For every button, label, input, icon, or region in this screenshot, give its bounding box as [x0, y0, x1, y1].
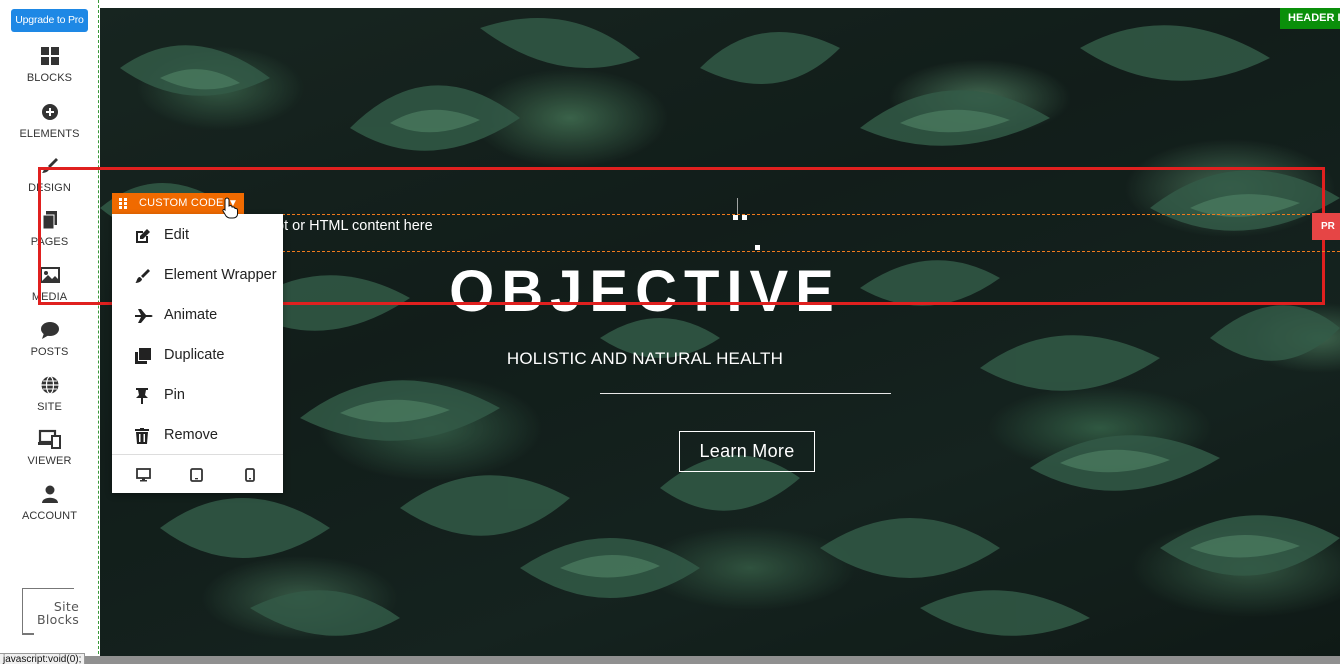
menu-item-duplicate[interactable]: Duplicate	[112, 336, 283, 376]
user-icon	[41, 485, 58, 503]
sidebar-item-site[interactable]: SITE	[0, 375, 99, 413]
sidebar-item-elements[interactable]: ELEMENTS	[0, 102, 99, 140]
pro-tab[interactable]: PR	[1312, 213, 1340, 240]
page-canvas[interactable]: HEADER I	[100, 8, 1340, 656]
dark-overlay	[100, 8, 1340, 656]
siteblocks-logo: Site Blocks	[22, 588, 79, 635]
menu-item-edit[interactable]: Edit	[112, 216, 283, 256]
sidebar-item-account[interactable]: ACCOUNT	[0, 484, 99, 522]
sidebar-item-label: ELEMENTS	[19, 128, 80, 140]
devices-icon	[37, 429, 61, 449]
menu-item-pin[interactable]: Pin	[112, 376, 283, 416]
center-guide-line	[737, 198, 738, 214]
header-section-badge[interactable]: HEADER I	[1280, 8, 1340, 29]
upgrade-to-pro-button[interactable]: Upgrade to Pro	[11, 9, 88, 32]
sidebar: Upgrade to Pro BLOCKS ELEMENTS DESIGN PA…	[0, 0, 99, 664]
logo-text: Site Blocks	[37, 599, 80, 627]
custom-code-placeholder: ript or HTML content here	[268, 218, 433, 234]
sidebar-item-label: BLOCKS	[26, 72, 73, 84]
trash-icon	[135, 428, 149, 444]
desktop-icon[interactable]	[136, 468, 151, 482]
status-bar	[0, 656, 1340, 664]
brush-icon	[135, 269, 150, 283]
learn-more-button[interactable]: Learn More	[679, 431, 815, 472]
status-url-text: javascript:void(0);	[0, 653, 86, 665]
plus-circle-icon	[41, 104, 58, 120]
hero-divider	[600, 393, 891, 394]
resize-handle[interactable]	[755, 245, 760, 250]
globe-icon	[41, 375, 58, 395]
tablet-icon[interactable]	[190, 468, 203, 482]
blocks-grid-icon	[40, 47, 59, 65]
sidebar-item-label: VIEWER	[27, 455, 72, 467]
sidebar-item-blocks[interactable]: BLOCKS	[0, 46, 99, 84]
pin-icon	[136, 388, 148, 404]
sidebar-item-label: ACCOUNT	[21, 510, 78, 522]
duplicate-icon	[135, 348, 151, 364]
menu-item-remove[interactable]: Remove	[112, 416, 283, 456]
resize-handle[interactable]	[733, 215, 738, 220]
sidebar-item-viewer[interactable]: VIEWER	[0, 429, 99, 467]
logo-corner	[22, 633, 34, 635]
element-context-menu: Edit Element Wrapper Animate Duplicate P…	[112, 214, 283, 493]
sidebar-item-label: SITE	[37, 401, 62, 413]
hand-cursor-icon	[222, 197, 238, 219]
menu-item-animate[interactable]: Animate	[112, 296, 283, 336]
drag-grip-icon[interactable]	[119, 198, 127, 209]
menu-item-element-wrapper[interactable]: Element Wrapper	[112, 256, 283, 296]
mobile-icon[interactable]	[245, 468, 255, 482]
plane-icon	[135, 309, 153, 323]
custom-code-label: CUSTOM CODE	[139, 197, 224, 209]
menu-divider	[112, 454, 283, 455]
resize-handle[interactable]	[742, 215, 747, 220]
edit-pencil-icon	[136, 229, 150, 243]
